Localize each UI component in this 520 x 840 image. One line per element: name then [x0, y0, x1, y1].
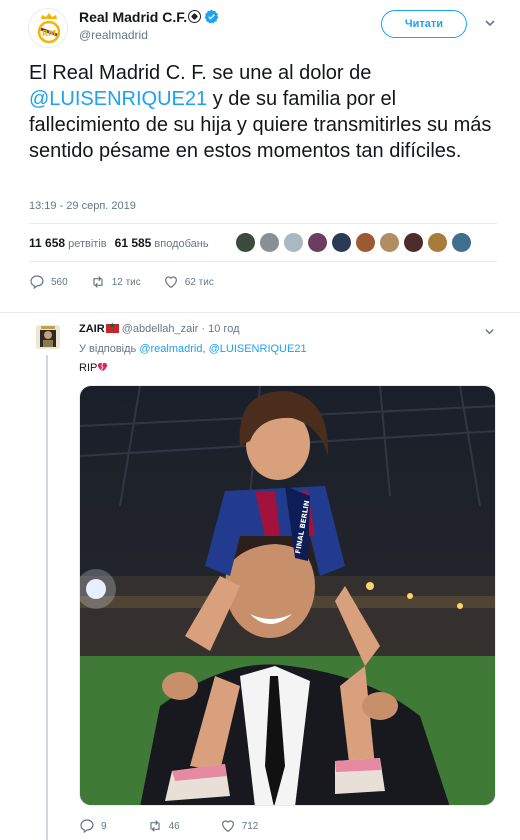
reply-count: 560 — [51, 276, 68, 288]
engagement-stats: 11 658 ретвітів 61 585 вподобань — [29, 236, 209, 250]
liker-avatar[interactable] — [404, 233, 423, 252]
attached-photo[interactable]: FINAL BERLIN — [79, 385, 496, 806]
liker-avatar[interactable] — [428, 233, 447, 252]
follow-button[interactable]: Читати — [381, 10, 467, 38]
author-handle[interactable]: @realmadrid — [79, 28, 148, 42]
retweet-count: 12 тис — [111, 276, 141, 288]
tweet-text-part: El Real Madrid C. F. se une al dolor de — [29, 62, 372, 84]
reply-avatar[interactable] — [36, 325, 60, 349]
retweets-stat[interactable]: 11 658 ретвітів — [29, 236, 107, 250]
reply-text-content: RIP — [79, 362, 98, 374]
reply-to-label: У відповідь — [79, 343, 137, 355]
liker-avatar[interactable] — [284, 233, 303, 252]
like-button[interactable]: 712 — [220, 818, 259, 834]
reply-button[interactable]: 560 — [29, 274, 68, 290]
retweet-button[interactable]: 12 тис — [90, 274, 141, 290]
mention-link[interactable]: @realmadrid — [139, 343, 202, 355]
soccer-ball-icon — [188, 10, 202, 23]
author-name-text: Real Madrid C.F. — [79, 9, 188, 25]
divider — [29, 223, 497, 224]
reply-icon — [80, 819, 94, 834]
reply-button[interactable]: 9 — [79, 818, 107, 834]
reply-text: RIP — [79, 362, 108, 374]
like-count: 712 — [241, 820, 259, 832]
liker-avatar[interactable] — [452, 233, 471, 252]
broken-heart-icon — [98, 362, 108, 372]
reply-time[interactable]: · 10 год — [201, 323, 239, 335]
verified-badge-icon — [204, 9, 219, 24]
retweet-icon — [149, 820, 160, 832]
liker-avatar[interactable] — [332, 233, 351, 252]
like-button[interactable]: 62 тис — [163, 274, 214, 290]
like-count: 62 тис — [184, 276, 214, 288]
retweet-count: 46 — [168, 820, 180, 832]
main-tweet: RM Real Madrid C.F. @realmadrid Читати E… — [0, 0, 520, 312]
liker-avatar[interactable] — [260, 233, 279, 252]
heart-icon — [164, 276, 177, 289]
chevron-down-icon[interactable] — [484, 326, 495, 337]
tweet-actions: 560 12 тис 62 тис — [29, 274, 236, 290]
photo-image: FINAL BERLIN — [80, 386, 495, 805]
divider — [0, 312, 520, 313]
reply-author-name: ZAIR — [79, 323, 105, 335]
timestamp[interactable]: 13:19 - 29 серп. 2019 — [29, 200, 136, 212]
likes-count: 61 585 — [114, 236, 152, 250]
mention-link[interactable]: @LUISENRIQUE21 — [209, 343, 307, 355]
chevron-down-icon[interactable] — [484, 17, 496, 29]
retweets-label: ретвітів — [68, 238, 107, 250]
reply-to-line: У відповідь @realmadrid, @LUISENRIQUE21 — [79, 343, 307, 355]
retweet-button[interactable]: 46 — [147, 818, 180, 834]
retweet-icon — [93, 276, 103, 288]
reply-to-separator: , — [202, 343, 206, 355]
svg-text:RM: RM — [42, 29, 56, 38]
tweet-text: El Real Madrid C. F. se une al dolor de … — [29, 60, 499, 164]
reply-author-handle: @abdellah_zair — [121, 323, 199, 335]
reply-count: 9 — [101, 820, 107, 832]
real-madrid-crest-icon: RM — [29, 9, 67, 47]
liker-avatar[interactable] — [356, 233, 375, 252]
heart-icon — [221, 820, 234, 833]
likes-stat[interactable]: 61 585 вподобань — [114, 236, 209, 250]
author-name[interactable]: Real Madrid C.F. — [79, 9, 219, 25]
likers-avatars — [236, 233, 471, 252]
reply-author[interactable]: ZAIR @abdellah_zair · 10 год — [79, 321, 239, 335]
likes-label: вподобань — [154, 238, 209, 250]
reply-icon — [30, 275, 44, 290]
divider — [29, 261, 497, 262]
mention-link[interactable]: @LUISENRIQUE21 — [29, 88, 207, 110]
morocco-flag-icon — [105, 321, 119, 333]
retweets-count: 11 658 — [29, 236, 66, 250]
liker-avatar[interactable] — [236, 233, 255, 252]
avatar[interactable]: RM — [28, 8, 68, 48]
reply-actions: 9 46 712 — [79, 818, 298, 834]
thread-line — [46, 355, 48, 840]
liker-avatar[interactable] — [308, 233, 327, 252]
liker-avatar[interactable] — [380, 233, 399, 252]
avatar-image — [36, 325, 60, 349]
